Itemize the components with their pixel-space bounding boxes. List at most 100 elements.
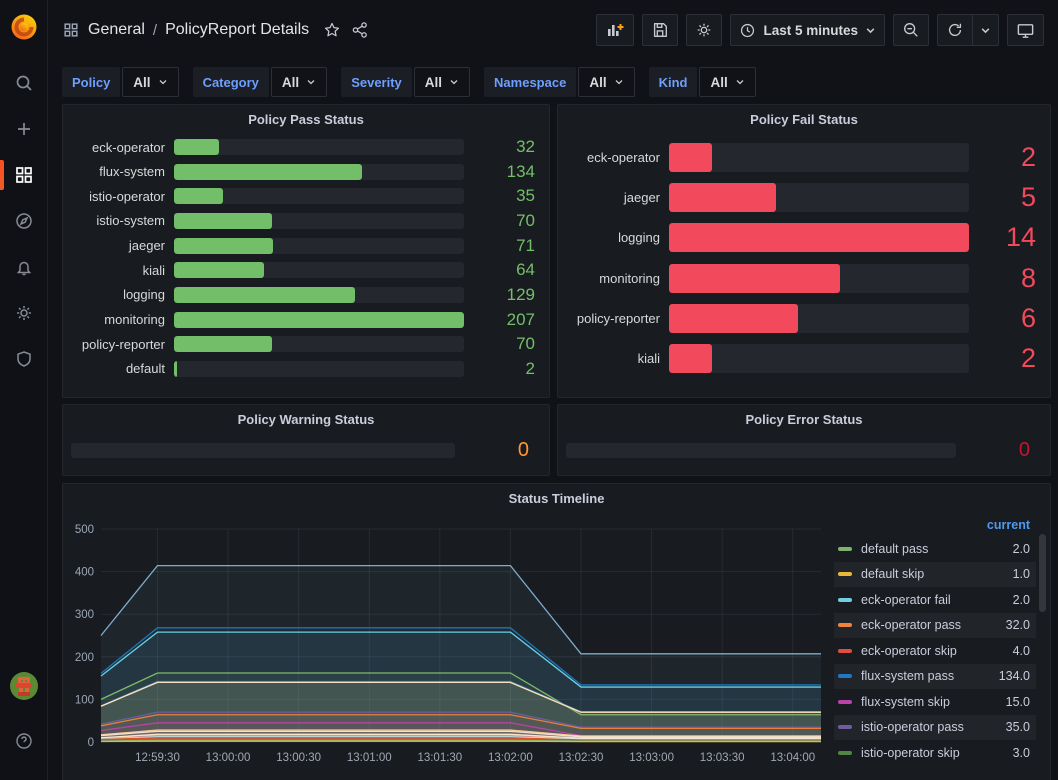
breadcrumb-page[interactable]: PolicyReport Details bbox=[165, 21, 309, 39]
kiosk-mode-button[interactable] bbox=[1007, 14, 1044, 46]
bar-label: eck-operator bbox=[71, 140, 165, 155]
panel-title[interactable]: Policy Error Status bbox=[558, 405, 1050, 433]
bar-row: monitoring8 bbox=[566, 263, 1036, 294]
bar-track bbox=[174, 336, 464, 352]
filter-label[interactable]: Policy bbox=[62, 67, 120, 97]
filter-value-dropdown[interactable]: All bbox=[271, 67, 327, 97]
filter-value-dropdown[interactable]: All bbox=[578, 67, 634, 97]
star-icon[interactable] bbox=[323, 21, 341, 39]
legend-series-name: flux-system skip bbox=[861, 695, 1006, 709]
bar-track bbox=[174, 188, 464, 204]
legend-swatch bbox=[838, 725, 852, 729]
sidebar-item-server-admin[interactable] bbox=[0, 336, 48, 382]
refresh-interval-dropdown[interactable] bbox=[973, 14, 999, 46]
bar-label: monitoring bbox=[71, 312, 165, 327]
warning-bar-track bbox=[71, 443, 455, 458]
bar-row: kiali2 bbox=[566, 343, 1036, 374]
bar-track bbox=[174, 139, 464, 155]
sidebar-item-alerting[interactable] bbox=[0, 244, 48, 290]
legend-series-name: default skip bbox=[861, 567, 1013, 581]
legend-series-name: eck-operator skip bbox=[861, 644, 1013, 658]
sidebar-item-search[interactable] bbox=[0, 60, 48, 106]
gear-icon bbox=[695, 21, 713, 39]
fail-bar-gauge: eck-operator2jaeger5logging14monitoring8… bbox=[558, 133, 1050, 391]
x-axis-tick: 13:02:30 bbox=[559, 752, 604, 764]
legend-row[interactable]: istio-operator skip3.0 bbox=[834, 740, 1036, 766]
bar-value: 2 bbox=[473, 359, 535, 379]
filter-value-dropdown[interactable]: All bbox=[699, 67, 755, 97]
share-icon[interactable] bbox=[351, 21, 369, 39]
legend-row[interactable]: eck-operator fail2.0 bbox=[834, 587, 1036, 613]
bar-row: kiali64 bbox=[71, 260, 535, 280]
sidebar-item-help[interactable] bbox=[0, 718, 48, 764]
sidebar-item-explore[interactable] bbox=[0, 198, 48, 244]
panel-title[interactable]: Status Timeline bbox=[63, 484, 1050, 512]
dashboard-settings-button[interactable] bbox=[686, 14, 722, 46]
filter-label[interactable]: Namespace bbox=[484, 67, 576, 97]
legend-swatch bbox=[838, 649, 852, 653]
legend-swatch bbox=[838, 623, 852, 627]
sidebar-item-configuration[interactable] bbox=[0, 290, 48, 336]
bar-fill bbox=[174, 361, 177, 377]
panel-title[interactable]: Policy Fail Status bbox=[558, 105, 1050, 133]
x-axis-tick: 12:59:30 bbox=[135, 752, 180, 764]
timeline-chart[interactable]: 010020030040050012:59:3013:00:0013:00:30… bbox=[69, 514, 834, 773]
legend-series-value: 2.0 bbox=[1013, 593, 1030, 607]
filter-label[interactable]: Category bbox=[193, 67, 269, 97]
legend-series-value: 1.0 bbox=[1013, 567, 1030, 581]
save-icon bbox=[651, 21, 669, 39]
filter-value-dropdown[interactable]: All bbox=[414, 67, 470, 97]
filter-label[interactable]: Kind bbox=[649, 67, 698, 97]
zoom-out-time-button[interactable] bbox=[893, 14, 929, 46]
avatar[interactable] bbox=[10, 672, 38, 700]
refresh-button[interactable] bbox=[937, 14, 973, 46]
grafana-dashboard: General / PolicyReport Details Last 5 mi… bbox=[0, 0, 1058, 780]
filter-label[interactable]: Severity bbox=[341, 67, 412, 97]
bar-fill bbox=[669, 183, 776, 212]
filter-namespace: NamespaceAll bbox=[484, 67, 635, 97]
legend-swatch bbox=[838, 751, 852, 755]
panel-title[interactable]: Policy Warning Status bbox=[63, 405, 549, 433]
bar-track bbox=[174, 287, 464, 303]
legend-row[interactable]: flux-system pass134.0 bbox=[834, 664, 1036, 690]
legend-row[interactable]: flux-system skip15.0 bbox=[834, 689, 1036, 715]
timeline-legend: current default pass2.0default skip1.0ec… bbox=[834, 514, 1046, 773]
y-axis-tick: 200 bbox=[75, 652, 94, 664]
legend-row[interactable]: eck-operator skip4.0 bbox=[834, 638, 1036, 664]
legend-row[interactable]: eck-operator pass32.0 bbox=[834, 613, 1036, 639]
bar-label: jaeger bbox=[566, 190, 660, 205]
bar-value: 14 bbox=[978, 222, 1036, 253]
panel-title[interactable]: Policy Pass Status bbox=[63, 105, 549, 133]
bar-value: 6 bbox=[978, 303, 1036, 334]
sidebar-item-dashboards[interactable] bbox=[0, 152, 48, 198]
add-panel-button[interactable] bbox=[596, 14, 634, 46]
bar-track bbox=[669, 264, 969, 293]
filter-category: CategoryAll bbox=[193, 67, 328, 97]
panel-policy-error-status: Policy Error Status 0 bbox=[557, 404, 1051, 476]
legend-scrollbar[interactable] bbox=[1039, 534, 1046, 612]
sidebar-item-create[interactable] bbox=[0, 106, 48, 152]
bar-row: monitoring207 bbox=[71, 310, 535, 330]
chevron-down-icon bbox=[306, 77, 316, 87]
legend-series-name: eck-operator pass bbox=[861, 618, 1006, 632]
bar-row: policy-reporter70 bbox=[71, 334, 535, 354]
filter-value-dropdown[interactable]: All bbox=[122, 67, 178, 97]
legend-row[interactable]: default skip1.0 bbox=[834, 562, 1036, 588]
legend-row[interactable]: default pass2.0 bbox=[834, 536, 1036, 562]
save-dashboard-button[interactable] bbox=[642, 14, 678, 46]
legend-current-header[interactable]: current bbox=[834, 516, 1036, 536]
breadcrumb-section[interactable]: General bbox=[88, 21, 145, 39]
bar-row: logging14 bbox=[566, 222, 1036, 253]
legend-row[interactable]: istio-operator pass35.0 bbox=[834, 715, 1036, 741]
legend-series-value: 15.0 bbox=[1006, 695, 1030, 709]
bar-value: 70 bbox=[473, 334, 535, 354]
warning-value: 0 bbox=[467, 439, 529, 462]
legend-swatch bbox=[838, 547, 852, 551]
time-range-picker[interactable]: Last 5 minutes bbox=[730, 14, 885, 46]
bar-track bbox=[669, 183, 969, 212]
grafana-logo-icon[interactable] bbox=[9, 12, 39, 42]
y-axis-tick: 500 bbox=[75, 524, 94, 536]
search-icon bbox=[14, 73, 34, 93]
apps-grid-icon bbox=[62, 21, 80, 39]
bar-label: flux-system bbox=[71, 164, 165, 179]
